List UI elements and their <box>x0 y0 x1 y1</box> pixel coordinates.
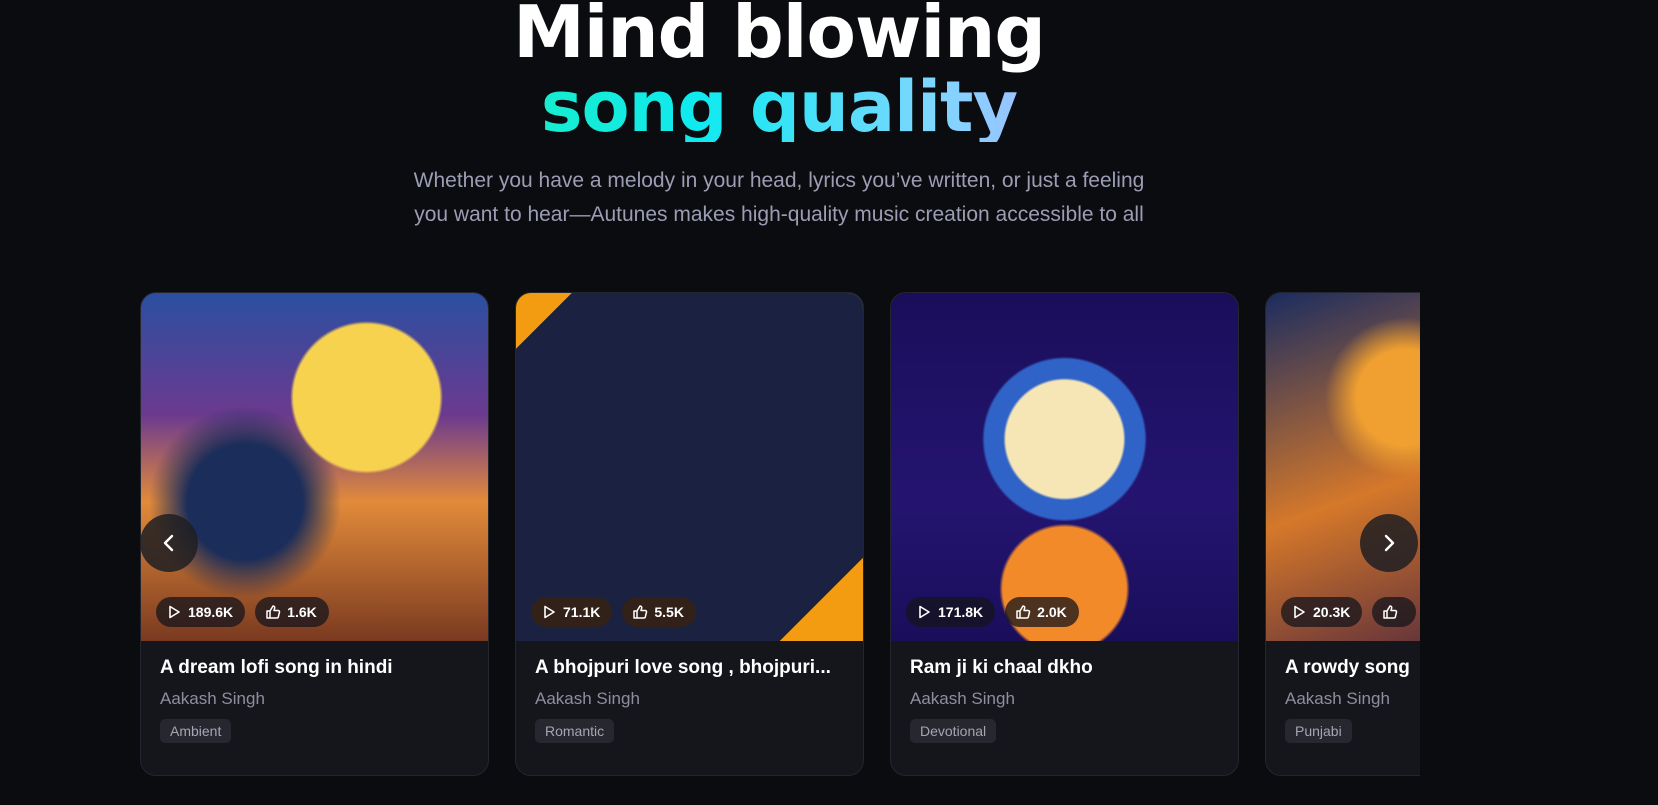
plays-count: 71.1K <box>563 604 601 620</box>
song-cover-image <box>141 293 488 641</box>
play-icon <box>1294 605 1305 619</box>
hero-subtitle: Whether you have a melody in your head, … <box>0 164 1558 232</box>
plays-count: 189.6K <box>188 604 234 620</box>
song-card[interactable]: 71.1K 5.5K A bhojpuri love song , bhojpu… <box>515 292 864 776</box>
hero-title: Mind blowing <box>513 0 1046 74</box>
genre-tag[interactable]: Punjabi <box>1285 719 1352 743</box>
song-title[interactable]: Ram ji ki chaal dkho <box>910 657 1219 679</box>
subtitle-line-2: you want to hear—Autunes makes high-qual… <box>414 203 1144 226</box>
song-artist[interactable]: Aakash Singh <box>535 689 844 709</box>
song-stats: 189.6K 1.6K <box>156 597 329 627</box>
chevron-right-icon <box>1384 534 1395 552</box>
song-cover-image <box>516 293 863 641</box>
carousel-prev-button[interactable] <box>140 514 198 572</box>
genre-tag[interactable]: Ambient <box>160 719 232 743</box>
plays-count: 20.3K <box>1313 604 1351 620</box>
genre-tag[interactable]: Romantic <box>535 719 615 743</box>
song-stats: 71.1K 5.5K <box>531 597 696 627</box>
likes-badge <box>1372 597 1417 627</box>
song-title[interactable]: A dream lofi song in hindi <box>160 657 469 679</box>
genre-tag[interactable]: Devotional <box>910 719 997 743</box>
song-artist[interactable]: Aakash Singh <box>910 689 1219 709</box>
song-artist[interactable]: Aakash Singh <box>1285 689 1420 709</box>
likes-count: 1.6K <box>287 604 317 620</box>
song-stats: 171.8K 2.0K <box>906 597 1079 627</box>
plays-count: 171.8K <box>938 604 984 620</box>
subtitle-line-1: Whether you have a melody in your head, … <box>413 169 1145 192</box>
hero-title-gradient: song quality <box>0 72 1558 142</box>
thumbs-up-icon <box>266 605 281 619</box>
likes-count: 5.5K <box>654 604 684 620</box>
likes-count: 2.0K <box>1037 604 1067 620</box>
likes-badge: 5.5K <box>622 597 696 627</box>
song-cover-image <box>1266 293 1420 641</box>
carousel-next-button[interactable] <box>1360 514 1418 572</box>
play-icon <box>919 605 930 619</box>
plays-badge: 20.3K <box>1281 597 1363 627</box>
song-cover-image <box>891 293 1238 641</box>
chevron-left-icon <box>163 534 174 552</box>
song-card[interactable]: 171.8K 2.0K Ram ji ki chaal dkho Aakash … <box>890 292 1239 776</box>
song-stats: 20.3K <box>1281 597 1417 627</box>
thumbs-up-icon <box>1016 605 1031 619</box>
plays-badge: 71.1K <box>531 597 613 627</box>
thumbs-up-icon <box>633 605 648 619</box>
song-carousel: 189.6K 1.6K A dream lofi song in hindi A… <box>140 292 1420 778</box>
song-title[interactable]: A bhojpuri love song , bhojpuri... <box>535 657 844 679</box>
plays-badge: 189.6K <box>156 597 246 627</box>
play-icon <box>544 605 555 619</box>
song-artist[interactable]: Aakash Singh <box>160 689 469 709</box>
play-icon <box>169 605 180 619</box>
thumbs-up-icon <box>1383 605 1398 619</box>
likes-badge: 1.6K <box>255 597 329 627</box>
song-title[interactable]: A rowdy song <box>1285 657 1420 679</box>
likes-badge: 2.0K <box>1005 597 1079 627</box>
plays-badge: 171.8K <box>906 597 996 627</box>
